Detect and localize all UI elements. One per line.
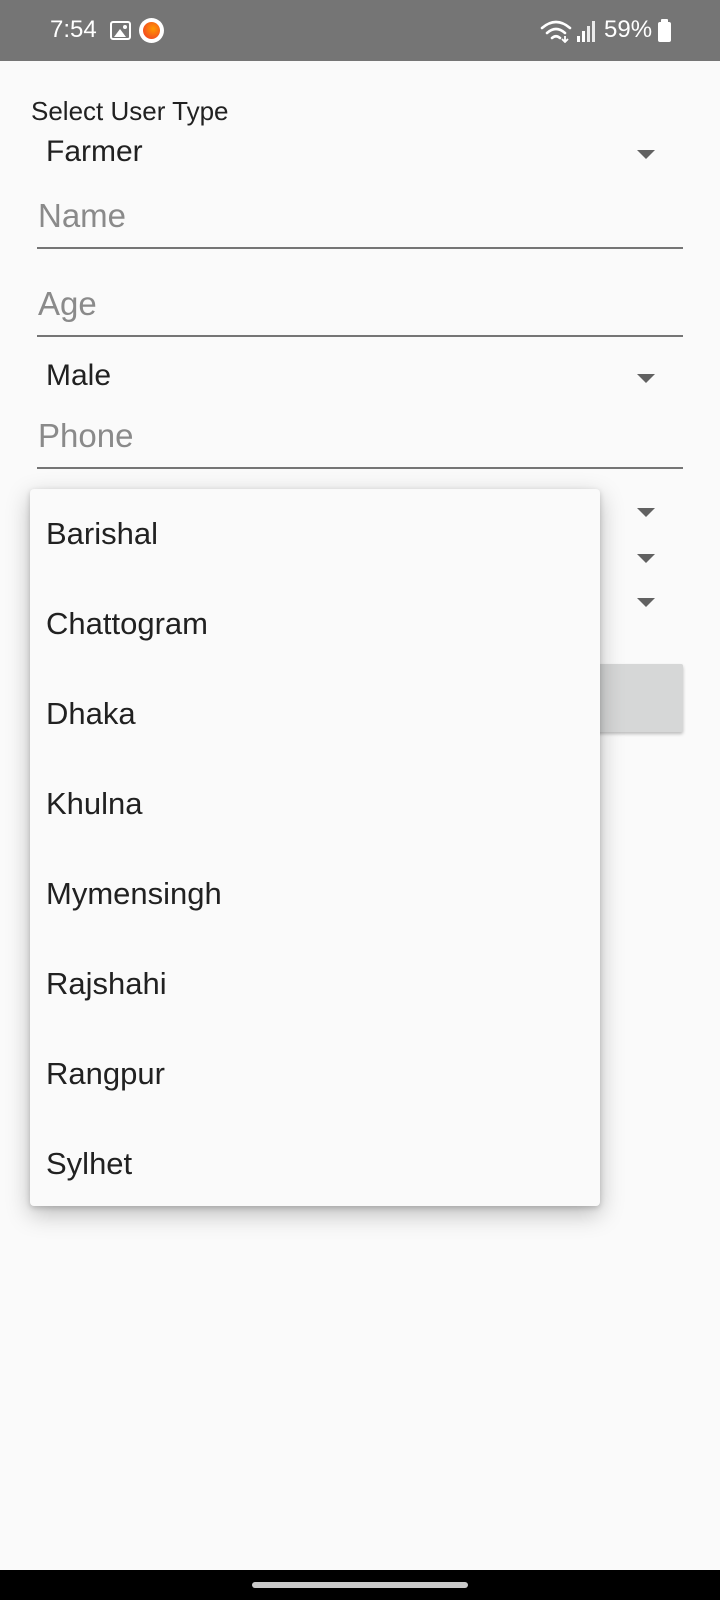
dropdown-item-rangpur[interactable]: Rangpur <box>30 1029 600 1119</box>
age-input[interactable] <box>37 281 683 337</box>
battery-percentage: 59% <box>604 16 653 43</box>
gender-value: Male <box>46 359 112 392</box>
dropdown-arrow-icon <box>637 150 655 159</box>
dropdown-item-khulna[interactable]: Khulna <box>30 759 600 849</box>
gender-spinner[interactable]: Male <box>37 350 683 406</box>
dropdown-item-rajshahi[interactable]: Rajshahi <box>30 939 600 1029</box>
wifi-icon <box>540 20 572 43</box>
dropdown-item-mymensingh[interactable]: Mymensingh <box>30 849 600 939</box>
signal-icon <box>577 21 595 42</box>
dropdown-item-dhaka[interactable]: Dhaka <box>30 669 600 759</box>
status-time: 7:54 <box>50 16 97 43</box>
dropdown-item-barishal[interactable]: Barishal <box>30 489 600 579</box>
registration-screen: 7:54 59% Select User Type Farmer Male <box>0 0 720 1600</box>
user-type-value: Farmer <box>46 135 143 168</box>
dropdown-arrow-icon <box>637 554 655 563</box>
user-type-label: Select User Type <box>31 96 229 126</box>
navigation-bar <box>0 1570 720 1600</box>
battery-icon <box>658 19 671 42</box>
image-icon <box>110 21 131 40</box>
phone-input[interactable] <box>37 413 683 469</box>
home-gesture-handle[interactable] <box>252 1582 468 1588</box>
user-type-spinner[interactable]: Farmer <box>37 126 683 182</box>
app-notification-icon <box>139 18 164 43</box>
name-input[interactable] <box>37 193 683 249</box>
dropdown-item-chattogram[interactable]: Chattogram <box>30 579 600 669</box>
dropdown-item-sylhet[interactable]: Sylhet <box>30 1119 600 1209</box>
division-dropdown-popup: Barishal Chattogram Dhaka Khulna Mymensi… <box>30 489 600 1206</box>
dropdown-arrow-icon <box>637 508 655 517</box>
dropdown-arrow-icon <box>637 598 655 607</box>
dropdown-arrow-icon <box>637 374 655 383</box>
status-bar: 7:54 59% <box>0 0 720 61</box>
